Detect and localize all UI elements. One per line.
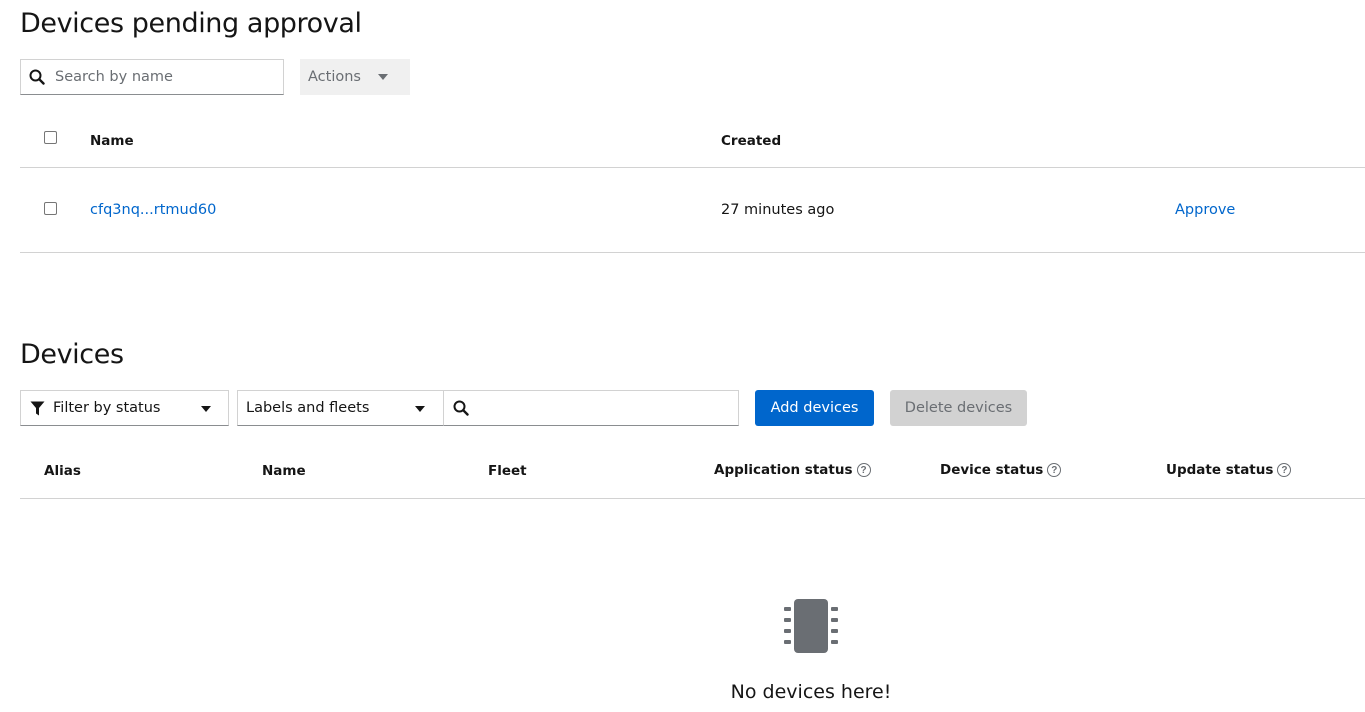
column-header-name[interactable]: Name: [262, 463, 306, 479]
column-header-fleet[interactable]: Fleet: [488, 463, 527, 479]
labels-and-fleets-dropdown[interactable]: Labels and fleets: [237, 390, 444, 426]
add-devices-button[interactable]: Add devices: [755, 390, 874, 426]
table-divider: [20, 167, 1365, 168]
column-header-name[interactable]: Name: [90, 133, 134, 149]
pending-section-title: Devices pending approval: [20, 8, 362, 39]
column-header-alias[interactable]: Alias: [44, 463, 81, 479]
question-circle-icon[interactable]: ?: [1047, 463, 1062, 477]
select-all-checkbox[interactable]: [44, 131, 57, 144]
update-status-label: Update status: [1166, 462, 1274, 478]
application-status-label: Application status: [714, 462, 853, 478]
device-status-label: Device status: [940, 462, 1044, 478]
table-divider: [20, 252, 1365, 253]
filter-by-status-dropdown[interactable]: Filter by status: [20, 390, 229, 426]
table-divider: [20, 498, 1365, 499]
caret-down-icon: [415, 406, 425, 412]
search-icon: [453, 400, 469, 416]
caret-down-icon: [377, 74, 388, 80]
filter-icon: [30, 401, 45, 416]
devices-section-title: Devices: [20, 339, 124, 370]
pending-search-input[interactable]: Search by name: [20, 59, 284, 95]
column-header-device-status[interactable]: Device status ?: [940, 462, 1062, 478]
question-circle-icon[interactable]: ?: [856, 463, 871, 477]
column-header-application-status[interactable]: Application status ?: [714, 462, 871, 478]
delete-devices-button[interactable]: Delete devices: [890, 390, 1027, 426]
approve-link[interactable]: Approve: [1175, 202, 1235, 218]
question-circle-icon[interactable]: ?: [1277, 463, 1292, 477]
caret-down-icon: [201, 406, 211, 412]
created-time: 27 minutes ago: [721, 202, 835, 218]
search-placeholder: Search by name: [55, 69, 173, 85]
row-checkbox[interactable]: [44, 202, 57, 215]
device-name-link[interactable]: cfq3nq...rtmud60: [90, 202, 216, 218]
actions-dropdown[interactable]: Actions: [300, 59, 410, 95]
column-header-update-status[interactable]: Update status ?: [1166, 462, 1292, 478]
empty-state-title: No devices here!: [730, 681, 892, 703]
devices-search-input[interactable]: [443, 390, 739, 426]
column-header-created[interactable]: Created: [721, 133, 781, 149]
labels-fleets-label: Labels and fleets: [246, 400, 370, 416]
filter-label: Filter by status: [53, 400, 161, 416]
actions-label: Actions: [308, 69, 361, 85]
microchip-icon: [783, 598, 839, 659]
search-icon: [29, 69, 45, 85]
